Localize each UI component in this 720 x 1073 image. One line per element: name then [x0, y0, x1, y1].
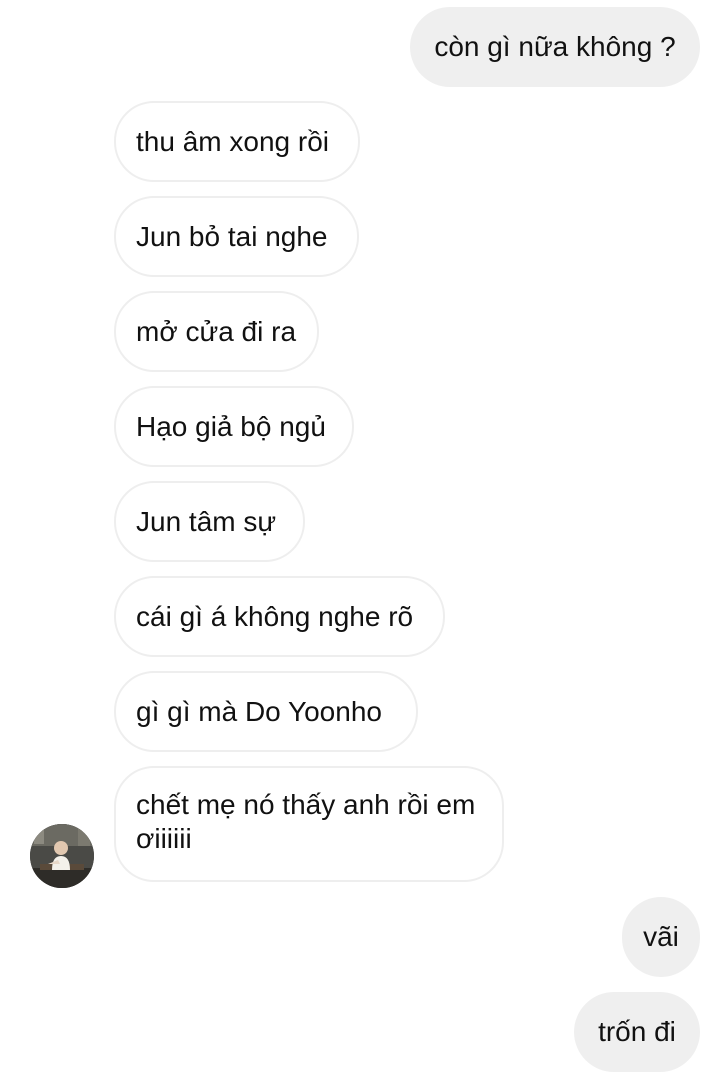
- contact-avatar[interactable]: [30, 824, 94, 888]
- message-text: Jun tâm sự: [136, 506, 277, 537]
- message-text: còn gì nữa không ?: [434, 31, 676, 62]
- message-bubble-incoming[interactable]: chết mẹ nó thấy anh rồi em ơiiiiii: [114, 766, 504, 882]
- message-text: vãi: [643, 921, 679, 952]
- message-text: chết mẹ nó thấy anh rồi em ơiiiiii: [136, 789, 476, 854]
- message-bubble-incoming[interactable]: Jun bỏ tai nghe: [114, 196, 359, 277]
- message-text: mở cửa đi ra: [136, 316, 297, 347]
- message-bubble-outgoing[interactable]: vãi: [622, 897, 700, 977]
- message-text: trốn đi: [598, 1016, 676, 1047]
- message-bubble-incoming[interactable]: mở cửa đi ra: [114, 291, 319, 372]
- message-bubble-incoming[interactable]: Hạo giả bộ ngủ: [114, 386, 354, 467]
- message-text: Hạo giả bộ ngủ: [136, 411, 326, 442]
- message-bubble-outgoing[interactable]: trốn đi: [574, 992, 700, 1072]
- message-text: cái gì á không nghe rõ: [136, 601, 414, 632]
- message-text: thu âm xong rồi: [136, 126, 329, 157]
- contact-avatar-photo-icon: [30, 824, 94, 888]
- message-text: gì gì mà Do Yoonho: [136, 696, 382, 727]
- message-bubble-incoming[interactable]: Jun tâm sự: [114, 481, 305, 562]
- message-bubble-incoming[interactable]: gì gì mà Do Yoonho: [114, 671, 418, 752]
- message-bubble-outgoing[interactable]: còn gì nữa không ?: [410, 7, 700, 87]
- message-bubble-incoming[interactable]: thu âm xong rồi: [114, 101, 360, 182]
- message-text: Jun bỏ tai nghe: [136, 221, 328, 252]
- message-bubble-incoming[interactable]: cái gì á không nghe rõ: [114, 576, 445, 657]
